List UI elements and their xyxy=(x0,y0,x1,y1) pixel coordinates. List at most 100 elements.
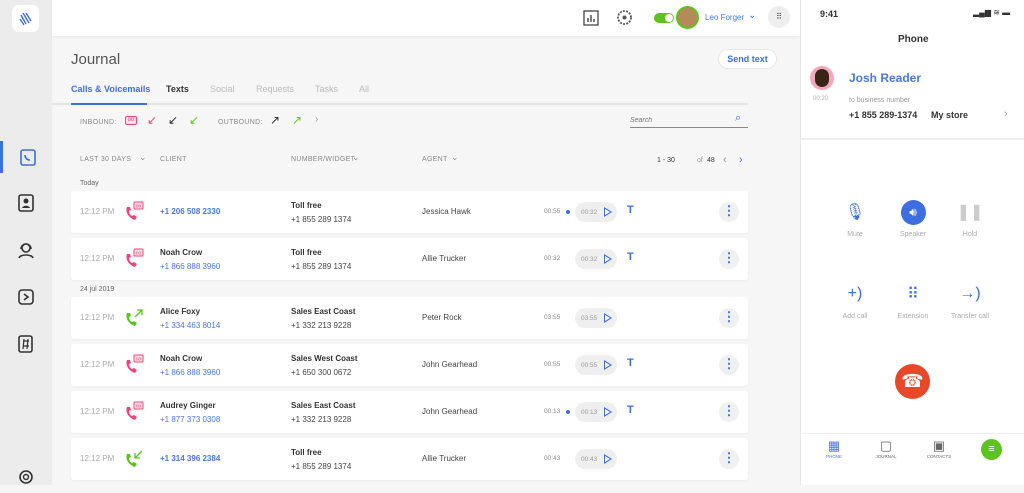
phone-panel: 9:41 ▂▄▆ ≋ ▬ Phone 00:20 Josh Reader to … xyxy=(800,0,1024,485)
tab-texts[interactable]: Texts xyxy=(166,84,189,94)
sidebar-item-journal[interactable] xyxy=(0,141,52,173)
chevron-down-icon[interactable]: ⌄ xyxy=(748,10,756,21)
sidebar-item-agents[interactable] xyxy=(0,234,52,266)
analytics-icon[interactable] xyxy=(583,10,599,26)
client-number[interactable]: +1 877 373 0308 xyxy=(160,415,220,424)
sidebar-item-numbers[interactable] xyxy=(0,328,52,360)
svg-text:oo: oo xyxy=(136,404,142,410)
client-name[interactable]: Noah Crow xyxy=(160,354,202,363)
page-range[interactable]: 1 - 30 xyxy=(657,157,675,164)
client-number[interactable]: +1 866 888 3960 xyxy=(160,262,220,271)
client-name[interactable]: Noah Crow xyxy=(160,248,202,257)
play-recording-button[interactable]: 00:43 xyxy=(575,449,617,469)
sidebar-item-help[interactable] xyxy=(0,461,52,493)
page-of: of xyxy=(697,157,703,164)
chevron-down-icon[interactable]: ⌄ xyxy=(451,152,459,163)
send-text-button[interactable]: Send text xyxy=(718,49,777,69)
nav-phone[interactable]: ▦ PHONE xyxy=(814,438,854,459)
column-agent[interactable]: AGENT xyxy=(422,156,448,163)
more-menu-button[interactable]: ⋮ xyxy=(719,402,739,422)
caller-name[interactable]: Josh Reader xyxy=(849,71,921,85)
agent-name: Jessica Hawk xyxy=(422,207,471,216)
keypad-icon: ⠿ xyxy=(907,286,919,303)
chevron-right-icon[interactable]: › xyxy=(315,114,318,125)
transcript-button[interactable]: T xyxy=(627,404,634,416)
call-time: 12:12 PM xyxy=(80,360,115,369)
filter-outbound-icon[interactable]: ↗ xyxy=(270,113,280,127)
svg-text:oo: oo xyxy=(136,251,142,257)
play-recording-button[interactable]: 00:32 xyxy=(575,202,617,222)
transcript-button[interactable]: T xyxy=(627,204,634,216)
chevron-right-icon[interactable]: › xyxy=(1004,108,1008,120)
play-recording-button[interactable]: 00:13 xyxy=(575,402,617,422)
tab-requests[interactable]: Requests xyxy=(256,84,294,94)
status-icons: ▂▄▆ ≋ ▬ xyxy=(973,8,1011,17)
play-recording-button[interactable]: 00:32 xyxy=(575,249,617,269)
more-menu-button[interactable]: ⋮ xyxy=(719,449,739,469)
date-group: 24 jul 2019 xyxy=(80,286,115,293)
more-menu-button[interactable]: ⋮ xyxy=(719,202,739,222)
period-filter[interactable]: LAST 30 DAYS xyxy=(80,156,131,163)
dialer-icon[interactable]: ⠿ xyxy=(768,6,790,28)
hold-button[interactable]: ❚❚ Hold xyxy=(940,199,1000,238)
transcript-button[interactable]: T xyxy=(627,357,634,369)
client-number[interactable]: +1 206 508 2330 xyxy=(160,207,220,216)
hangup-button[interactable]: ☎︎ xyxy=(895,364,930,399)
filter-missed-icon[interactable]: ↙ xyxy=(147,113,157,127)
hash-phone-icon xyxy=(18,335,33,353)
call-row[interactable]: 12:12 PM oo Audrey Ginger +1 877 373 030… xyxy=(71,391,748,433)
client-number[interactable]: +1 334 463 8014 xyxy=(160,321,220,330)
filter-outbound-answered-icon[interactable]: ↗ xyxy=(292,113,302,127)
filter-inbound-icon[interactable]: ↙ xyxy=(168,113,178,127)
client-number[interactable]: +1 314 396 2384 xyxy=(160,454,220,463)
more-menu-button[interactable]: ⋮ xyxy=(719,308,739,328)
call-timer: 00:20 xyxy=(813,96,829,102)
speaker-button[interactable]: 🔊︎ Speaker xyxy=(883,199,943,238)
business-number: +1 855 289-1374 xyxy=(849,110,918,120)
call-row[interactable]: 12:12 PM oo Noah Crow +1 866 888 3960 To… xyxy=(71,238,748,280)
call-row[interactable]: 12:12 PM oo +1 206 508 2330 Toll free +1… xyxy=(71,191,748,233)
sidebar-item-calls[interactable] xyxy=(0,281,52,313)
filter-answered-icon[interactable]: ↙ xyxy=(189,113,199,127)
tab-social[interactable]: Social xyxy=(210,84,235,94)
top-bar: Leo Forger ⌄ ⠿ xyxy=(52,0,800,36)
tab-calls-voicemails[interactable]: Calls & Voicemails xyxy=(71,84,150,94)
user-avatar[interactable] xyxy=(676,6,699,29)
chevron-down-icon[interactable]: ⌄ xyxy=(352,152,360,163)
call-row[interactable]: 12:12 PM Alice Foxy +1 334 463 8014 Sale… xyxy=(71,297,748,339)
nav-journal[interactable]: ▢ JOURNAL xyxy=(866,438,906,459)
chevron-down-icon[interactable]: ⌄ xyxy=(139,152,147,163)
transcript-button[interactable]: T xyxy=(627,251,634,263)
play-recording-button[interactable]: 03:55 xyxy=(575,308,617,328)
availability-toggle[interactable] xyxy=(654,13,674,23)
user-name[interactable]: Leo Forger xyxy=(705,13,744,22)
add-call-button[interactable]: +) Add call xyxy=(825,281,885,320)
column-number[interactable]: NUMBER/WIDGET xyxy=(291,156,355,163)
phone-title: Phone xyxy=(898,34,929,45)
more-menu-button[interactable]: ⋮ xyxy=(719,249,739,269)
play-recording-button[interactable]: 00:55 xyxy=(575,355,617,375)
settings-gear-icon[interactable] xyxy=(616,9,633,26)
sidebar-item-contacts[interactable] xyxy=(0,187,52,219)
search-icon[interactable]: ⌕ xyxy=(735,112,741,125)
menu-button[interactable]: ≡ xyxy=(981,439,1002,460)
sidebar xyxy=(0,0,52,485)
tab-all[interactable]: All xyxy=(359,84,369,94)
more-menu-button[interactable]: ⋮ xyxy=(719,355,739,375)
client-name[interactable]: Alice Foxy xyxy=(160,307,200,316)
nav-contacts[interactable]: ▣ CONTACTS xyxy=(919,438,959,459)
client-number[interactable]: +1 866 888 3960 xyxy=(160,368,220,377)
app-logo[interactable] xyxy=(12,5,39,32)
extension-button[interactable]: ⠿ Extension xyxy=(883,281,943,320)
transfer-call-button[interactable]: →) Transfer call xyxy=(940,281,1000,320)
call-duration: 00:32 xyxy=(544,255,561,262)
client-name[interactable]: Audrey Ginger xyxy=(160,401,216,410)
mute-button[interactable]: 🎙︎ Mute xyxy=(825,199,885,238)
prev-page-button[interactable]: ‹ xyxy=(723,154,727,166)
filter-voicemail-icon[interactable]: oo xyxy=(125,116,137,125)
search-input[interactable] xyxy=(630,113,748,128)
next-page-button[interactable]: › xyxy=(739,154,743,166)
call-row[interactable]: 12:12 PM oo Noah Crow +1 866 888 3960 Sa… xyxy=(71,344,748,386)
call-row[interactable]: 12:12 PM +1 314 396 2384 Toll free +1 85… xyxy=(71,438,748,480)
tab-tasks[interactable]: Tasks xyxy=(315,84,338,94)
